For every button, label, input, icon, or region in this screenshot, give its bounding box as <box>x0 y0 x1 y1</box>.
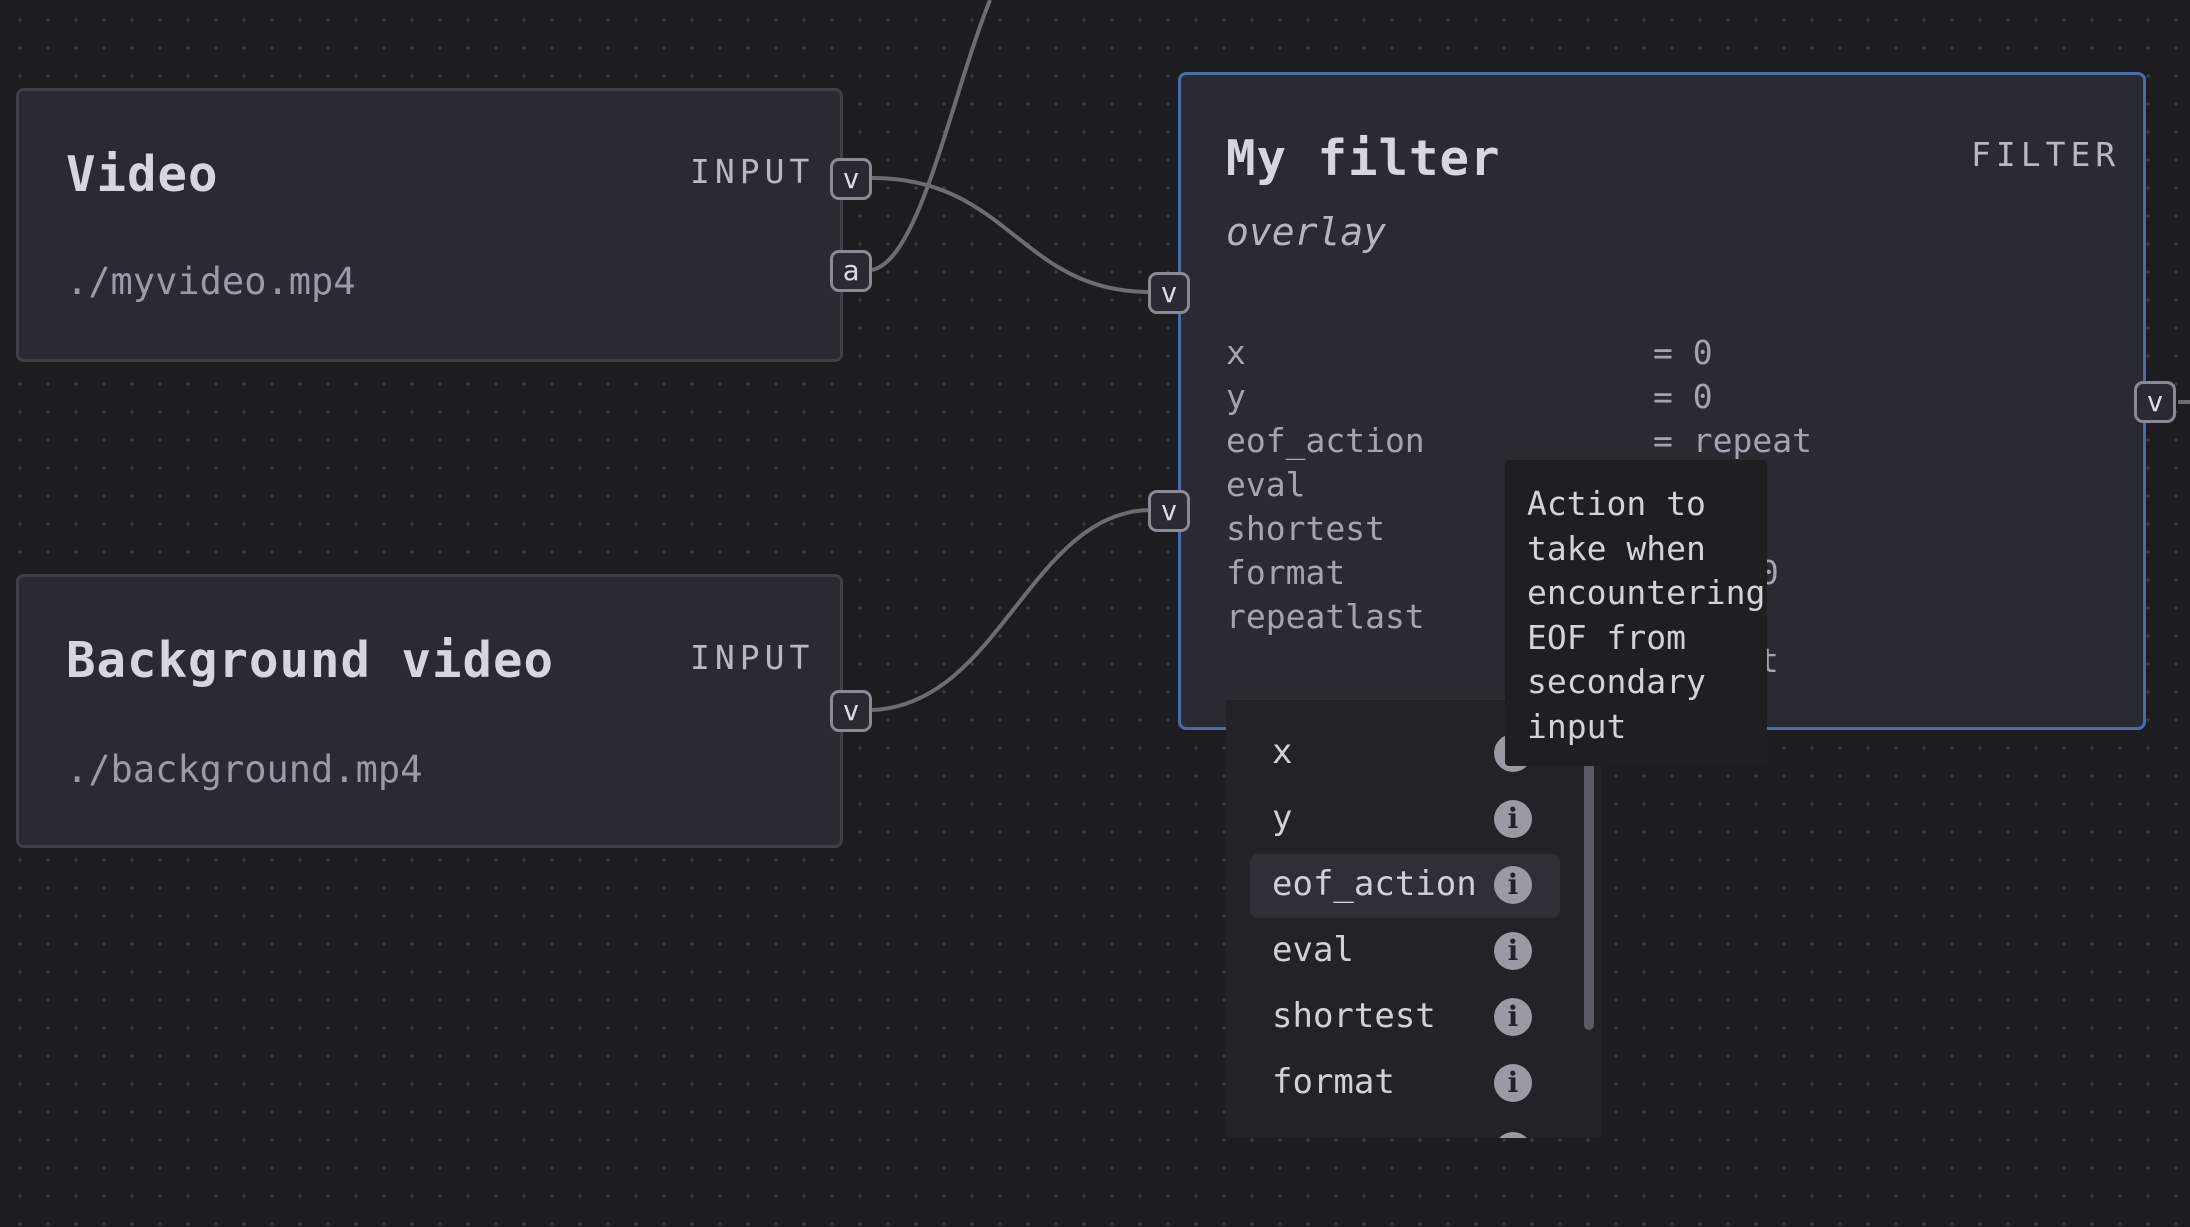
background-node-title: Background video <box>66 632 555 689</box>
video-node-kind: INPUT <box>690 152 815 191</box>
background-node-path: ./background.mp4 <box>66 748 423 791</box>
video-port-a[interactable]: a <box>830 250 872 292</box>
param-name-format: format <box>1226 553 1346 592</box>
filter-input-port-main[interactable]: v <box>1148 272 1190 314</box>
param-name-repeatlast: repeatlast <box>1226 597 1425 636</box>
dropdown-item-label: eof_action <box>1272 864 1477 904</box>
dropdown-item-label: y <box>1272 798 1293 838</box>
filter-node-kind: FILTER <box>1971 135 2121 174</box>
param-value-eof-action[interactable]: = repeat <box>1653 421 1812 460</box>
dropdown-item-y[interactable]: y i <box>1250 788 1560 852</box>
info-icon[interactable]: i <box>1494 800 1532 838</box>
param-name-eof-action: eof_action <box>1226 421 1425 460</box>
dropdown-item-eval[interactable]: eval i <box>1250 920 1560 984</box>
filter-node-subtitle: overlay <box>1226 210 1387 254</box>
param-value-x[interactable]: = 0 <box>1653 333 1713 372</box>
video-input-node[interactable]: Video INPUT ./myvideo.mp4 <box>16 88 843 362</box>
dropdown-item-label: eval <box>1272 930 1354 970</box>
background-port-v[interactable]: v <box>830 690 872 732</box>
info-icon[interactable]: i <box>1494 932 1532 970</box>
dropdown-scrollbar[interactable] <box>1584 760 1594 1030</box>
dropdown-item-label: shortest <box>1272 996 1436 1036</box>
video-port-v[interactable]: v <box>830 158 872 200</box>
tooltip-line: input <box>1527 706 1627 746</box>
info-icon[interactable]: i <box>1494 1064 1532 1102</box>
dropdown-item-label: x <box>1272 732 1293 772</box>
param-name-x: x <box>1226 333 1246 372</box>
dropdown-item-label: format <box>1272 1062 1395 1102</box>
tooltip-line: Action to <box>1527 484 1706 523</box>
param-value-y[interactable]: = 0 <box>1653 377 1713 416</box>
dropdown-item-partial <box>1494 1132 1532 1138</box>
dropdown-item-shortest[interactable]: shortest i <box>1250 986 1560 1050</box>
background-input-node[interactable]: Background video INPUT ./background.mp4 <box>16 574 843 848</box>
wire-background-to-filter-overlay <box>871 508 1151 712</box>
filter-node-title: My filter <box>1226 130 1501 187</box>
background-node-kind: INPUT <box>690 638 815 677</box>
wire-video-to-filter-main <box>871 176 1151 294</box>
video-node-title: Video <box>66 146 219 203</box>
tooltip-line: take when <box>1527 528 1706 568</box>
tooltip-line: secondary <box>1527 662 1706 701</box>
video-node-path: ./myvideo.mp4 <box>66 260 356 303</box>
info-icon[interactable]: i <box>1494 866 1532 904</box>
dropdown-item-format[interactable]: format i <box>1250 1052 1560 1116</box>
param-name-shortest: shortest <box>1226 509 1385 548</box>
param-name-eval: eval <box>1226 465 1306 504</box>
param-name-y: y <box>1226 377 1246 416</box>
tooltip-line: encountering <box>1527 573 1766 612</box>
info-icon[interactable]: i <box>1494 998 1532 1036</box>
wire-video-audio-out <box>871 0 992 272</box>
filter-output-port[interactable]: v <box>2134 381 2176 423</box>
dropdown-item-eof-action[interactable]: eof_action i <box>1250 854 1560 918</box>
tooltip-line: EOF from <box>1527 617 1686 657</box>
filter-input-port-overlay[interactable]: v <box>1148 490 1190 532</box>
param-tooltip: Action to take when encountering EOF fro… <box>1505 460 1767 766</box>
